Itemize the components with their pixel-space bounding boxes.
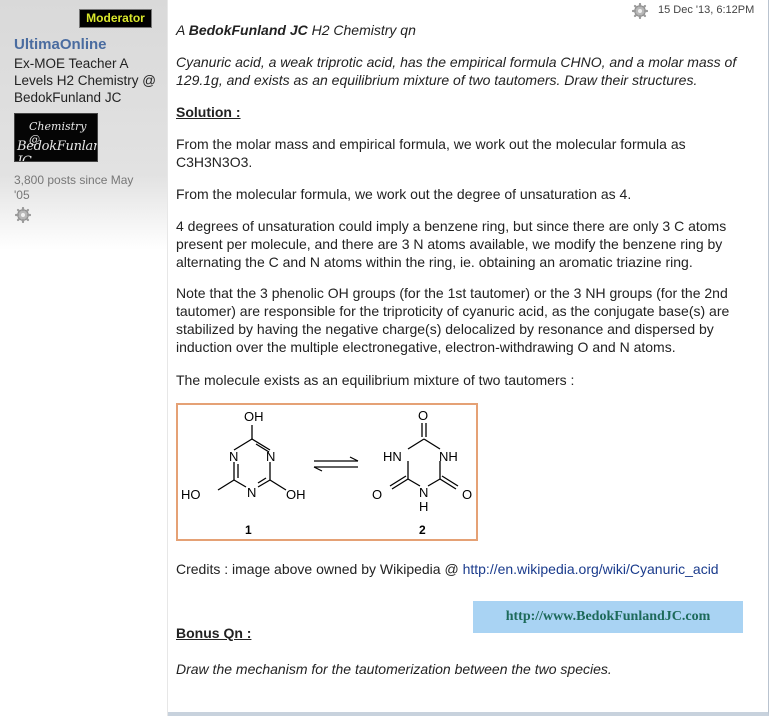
- user-options-gear-icon[interactable]: [15, 207, 31, 223]
- structure-1-n-right: N: [266, 449, 275, 464]
- structure-2-o-right: O: [462, 487, 472, 502]
- structure-1-ho-left: HO: [181, 487, 201, 502]
- structure-2-n-bottom: N: [419, 485, 428, 500]
- credits-prefix: Credits : image above owned by Wikipedia…: [176, 561, 463, 577]
- structure-2-label: 2: [419, 523, 426, 537]
- column-divider: [167, 0, 168, 716]
- user-title: Ex-MOE Teacher A Levels H2 Chemistry @ B…: [14, 56, 156, 105]
- avatar[interactable]: Chemistry @ BedokFunland JC: [14, 113, 98, 162]
- heading-prefix: A: [176, 22, 189, 38]
- bonus-question: Draw the mechanism for the tautomerizati…: [176, 661, 612, 677]
- heading-brand: BedokFunland JC: [188, 22, 308, 38]
- bonus-label: Bonus Qn :: [176, 625, 252, 641]
- structure-1-label: 1: [245, 523, 252, 537]
- structure-1-n-bottom: N: [247, 485, 256, 500]
- structure-2-nh-right: NH: [439, 449, 458, 464]
- post-count: 3,800 posts since May '05: [14, 173, 134, 202]
- wikipedia-link[interactable]: http://en.wikipedia.org/wiki/Cyanuric_ac…: [463, 561, 719, 577]
- heading-suffix: H2 Chemistry qn: [307, 22, 416, 38]
- paragraph-2: From the molecular formula, we work out …: [176, 186, 632, 202]
- tautomer-figure: OH N N N HO OH 1 O HN NH N H O O 2: [176, 403, 478, 541]
- site-banner-link[interactable]: http://www.BedokFunlandJC.com: [473, 601, 743, 633]
- paragraph-1: From the molar mass and empirical formul…: [176, 136, 686, 170]
- paragraph-5: The molecule exists as an equilibrium mi…: [176, 372, 575, 388]
- structure-1-n-left: N: [229, 449, 238, 464]
- paragraph-4: Note that the 3 phenolic OH groups (for …: [176, 285, 730, 355]
- tautomer-structures-svg: OH N N N HO OH 1 O HN NH N H O O 2: [181, 408, 472, 537]
- post-heading: A BedokFunland JC H2 Chemistry qn: [176, 21, 746, 39]
- paragraph-3: 4 degrees of unsaturation could imply a …: [176, 218, 727, 270]
- structure-2-hn-left: HN: [383, 449, 402, 464]
- structure-1-oh-right: OH: [286, 487, 306, 502]
- username-link[interactable]: UltimaOnline: [14, 36, 107, 53]
- question-text: Cyanuric acid, a weak triprotic acid, ha…: [176, 54, 737, 88]
- credits-line: Credits : image above owned by Wikipedia…: [176, 560, 746, 578]
- avatar-line2: BedokFunland JC: [17, 139, 97, 162]
- structure-1-oh-top: OH: [244, 409, 264, 424]
- equilibrium-arrows: [313, 456, 359, 472]
- moderator-badge: Moderator: [79, 9, 152, 28]
- structure-2-o-left: O: [372, 487, 382, 502]
- structure-2-h-bottom: H: [419, 499, 428, 514]
- solution-label: Solution :: [176, 104, 241, 120]
- post-options-gear-icon[interactable]: [632, 3, 648, 19]
- user-info-panel: Moderator UltimaOnline Ex-MOE Teacher A …: [0, 0, 168, 716]
- post-date: 15 Dec '13, 6:12PM: [658, 4, 755, 16]
- structure-2-o-top: O: [418, 408, 428, 423]
